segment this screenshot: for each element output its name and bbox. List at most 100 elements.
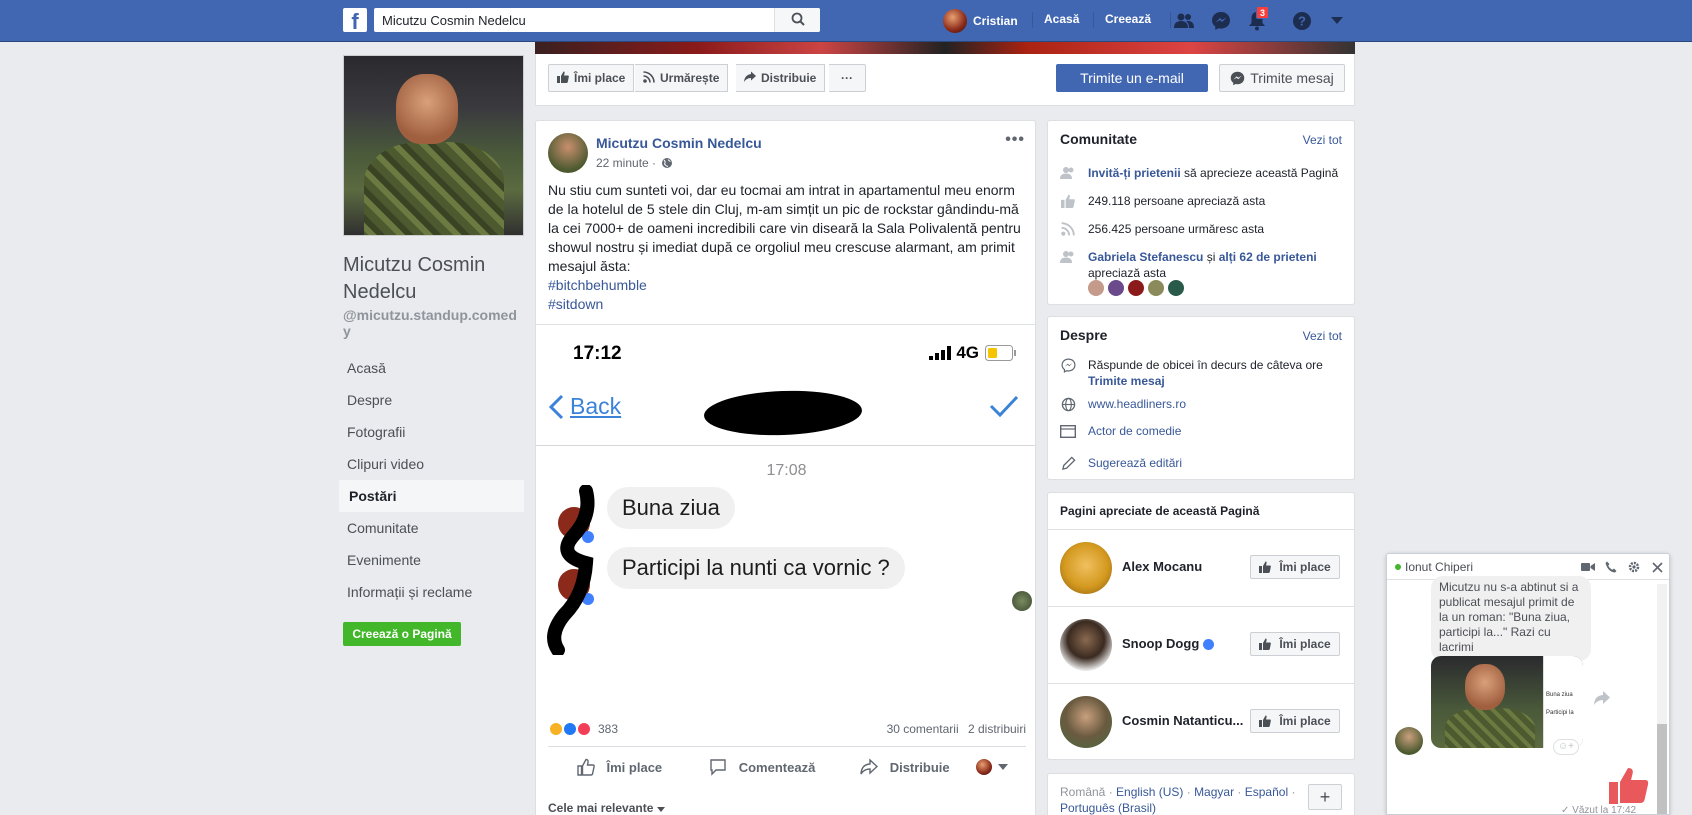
liked-page-like-button[interactable]: Îmi place	[1250, 555, 1340, 579]
language-link[interactable]: Magyar	[1194, 785, 1234, 799]
liked-page-like-button[interactable]: Îmi place	[1250, 632, 1340, 656]
close-icon[interactable]	[1649, 559, 1665, 575]
side-nav-videos[interactable]: Clipuri video	[339, 448, 524, 480]
website-link[interactable]: www.headliners.ro	[1088, 396, 1186, 412]
liked-page-avatar[interactable]	[1060, 619, 1112, 671]
page-more-button[interactable]: ···	[829, 64, 866, 92]
friends-icon[interactable]	[1172, 9, 1196, 33]
side-nav-home[interactable]: Acasă	[339, 352, 524, 384]
languages-card: Română · English (US) · Magyar · Español…	[1047, 773, 1355, 815]
nav-profile-link[interactable]: Cristian	[943, 9, 1018, 33]
liked-page-like-button[interactable]: Îmi place	[1250, 709, 1340, 733]
post-author-avatar[interactable]	[548, 133, 588, 173]
more-friends-link[interactable]: alți 62 de prieteni	[1219, 250, 1317, 264]
thumbs-up-send-icon[interactable]	[1609, 766, 1649, 807]
messenger-icon[interactable]	[1209, 9, 1233, 33]
suggest-edits-link[interactable]: Sugerează editări	[1088, 455, 1182, 471]
page-share-label: Distribuie	[761, 71, 817, 85]
about-see-all-link[interactable]: Vezi tot	[1303, 329, 1342, 343]
friend-link[interactable]: Gabriela Stefanescu	[1088, 250, 1203, 264]
page-share-button[interactable]: Distribuie	[736, 64, 826, 92]
language-link[interactable]: English (US)	[1116, 785, 1183, 799]
nav-separator	[1032, 12, 1033, 28]
comments-count[interactable]: 30 comentarii	[887, 722, 959, 736]
liked-page-name[interactable]: Alex Mocanu	[1122, 559, 1202, 574]
post-options-icon[interactable]: •••	[1005, 131, 1025, 149]
liked-page-avatar[interactable]	[1060, 696, 1112, 748]
phone-call-icon[interactable]	[1603, 559, 1619, 575]
thumbs-up-icon	[1259, 638, 1275, 650]
dropdown-icon[interactable]	[1325, 9, 1349, 33]
side-nav-info-ads[interactable]: Informații și reclame	[339, 576, 524, 608]
reactions-summary[interactable]: 383	[548, 720, 618, 737]
friend-avatar[interactable]	[1128, 280, 1144, 296]
language-link[interactable]: Español	[1245, 785, 1288, 799]
side-nav-photos[interactable]: Fotografii	[339, 416, 524, 448]
send-message-button[interactable]: Trimite mesaj	[1219, 64, 1345, 92]
send-message-link[interactable]: Trimite mesaj	[1088, 374, 1165, 388]
liked-page-name[interactable]: Cosmin Natanticu...	[1122, 713, 1243, 728]
create-page-button[interactable]: Creează o Pagină	[343, 622, 461, 646]
community-see-all-link[interactable]: Vezi tot	[1303, 133, 1342, 147]
nav-create-link[interactable]: Creează	[1105, 12, 1151, 26]
forward-icon[interactable]	[1593, 690, 1611, 709]
comment-sort-label: Cele mai relevante	[548, 801, 654, 815]
invite-friends-row: Invită-ți prietenii să aprecieze această…	[1060, 165, 1350, 181]
friend-avatar[interactable]	[1088, 280, 1104, 296]
side-nav-posts[interactable]: Postări	[339, 480, 524, 512]
post-share-label: Distribuie	[889, 759, 950, 775]
liked-page-row: Alex Mocanu Îmi place	[1048, 529, 1354, 606]
more-languages-button[interactable]: +	[1308, 784, 1342, 810]
send-email-button[interactable]: Trimite un e-mail	[1056, 64, 1208, 92]
verified-badge-icon	[1203, 639, 1215, 651]
side-nav-events[interactable]: Evenimente	[339, 544, 524, 576]
side-nav-community[interactable]: Comunitate	[339, 512, 524, 544]
help-icon[interactable]: ?	[1290, 9, 1314, 33]
friend-avatar[interactable]	[1108, 280, 1124, 296]
nav-home-link[interactable]: Acasă	[1044, 12, 1079, 26]
language-link[interactable]: Português (Brasil)	[1060, 801, 1156, 815]
liked-page-avatar[interactable]	[1060, 542, 1112, 594]
page-like-button[interactable]: Îmi place	[548, 64, 635, 92]
chat-scrollbar-thumb[interactable]	[1657, 724, 1667, 814]
community-card: Comunitate Vezi tot Invită-ți prietenii …	[1047, 120, 1355, 305]
page-title[interactable]: Micutzu Cosmin Nedelcu	[343, 252, 523, 306]
lang-sep: ·	[1234, 785, 1245, 799]
post-image-screenshot[interactable]: 17:12 4G Back 17:08 Buna ziua Participi …	[536, 324, 1035, 707]
page-side-navigation: Acasă Despre Fotografii Clipuri video Po…	[339, 352, 524, 608]
post-time-text[interactable]: 22 minute ·	[596, 156, 656, 170]
lang-sep: ·	[1288, 785, 1296, 799]
profile-picture-face	[396, 74, 458, 144]
page-profile-picture[interactable]	[343, 55, 524, 236]
page-handle[interactable]: @micutzu.standup.comedy	[343, 307, 523, 339]
category-row: Actor de comedie	[1060, 423, 1350, 439]
post-share-button[interactable]: Distribuie	[833, 758, 976, 776]
search-button[interactable]	[774, 8, 820, 32]
video-call-icon[interactable]	[1580, 559, 1596, 575]
post-as-selector[interactable]	[976, 759, 1026, 775]
hashtag-link[interactable]: #bitchbehumble	[548, 276, 1028, 295]
category-link[interactable]: Actor de comedie	[1088, 423, 1181, 439]
facebook-logo[interactable]: f	[343, 8, 367, 32]
comment-sort-dropdown[interactable]: Cele mai relevante	[548, 801, 665, 815]
post-like-button[interactable]: Îmi place	[548, 758, 691, 776]
chat-shared-image[interactable]: Buna ziua Participi la	[1431, 656, 1583, 748]
messenger-icon	[1060, 357, 1076, 373]
hashtag-link[interactable]: #sitdown	[548, 295, 1028, 314]
friend-avatar[interactable]	[1168, 280, 1184, 296]
chat-scrollbar[interactable]	[1657, 584, 1667, 814]
cover-photo-strip[interactable]	[535, 42, 1355, 54]
friend-avatar[interactable]	[1148, 280, 1164, 296]
post-author-name[interactable]: Micutzu Cosmin Nedelcu	[596, 135, 762, 151]
invite-friends-link[interactable]: Invită-ți prietenii	[1088, 166, 1181, 180]
liked-page-name[interactable]: Snoop Dogg	[1122, 636, 1215, 651]
post-comment-button[interactable]: Comentează	[691, 758, 834, 776]
shares-count[interactable]: 2 distribuiri	[968, 722, 1026, 736]
page-follow-button[interactable]: Urmărește	[635, 64, 729, 92]
add-reaction-icon[interactable]: ☺+	[1553, 739, 1579, 755]
side-nav-about[interactable]: Despre	[339, 384, 524, 416]
chat-sender-avatar[interactable]	[1395, 727, 1423, 755]
search-input[interactable]	[374, 8, 774, 32]
gear-icon[interactable]	[1626, 559, 1642, 575]
chat-contact-name[interactable]: Ionut Chiperi	[1405, 560, 1473, 574]
